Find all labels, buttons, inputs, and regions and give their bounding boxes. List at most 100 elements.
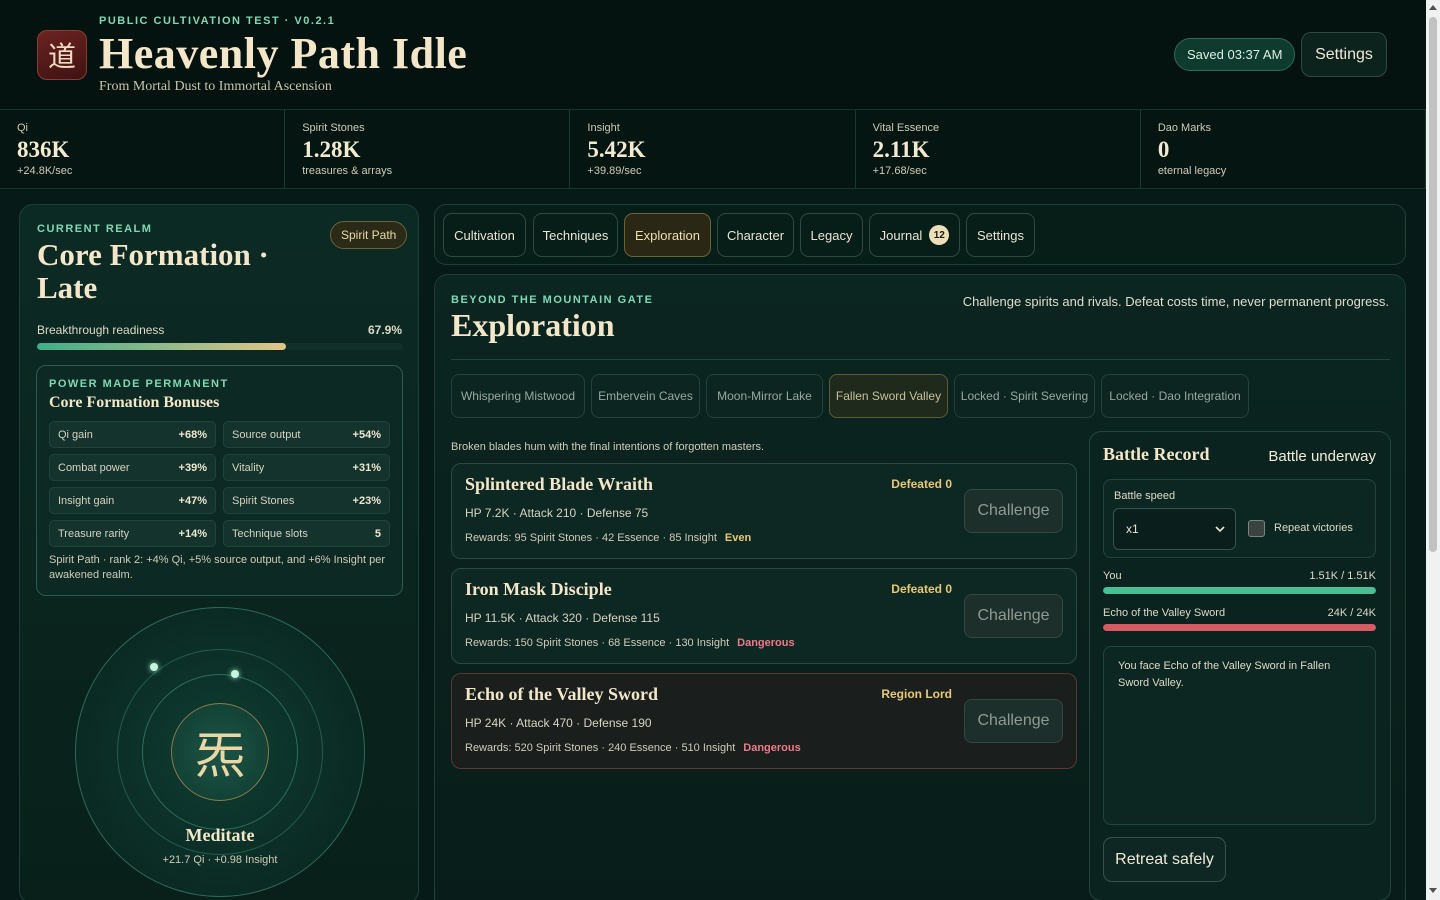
challenge-button[interactable]: Challenge [964, 594, 1063, 638]
bonus-label: Qi gain [58, 428, 93, 441]
bonuses-kicker: POWER MADE PERMANENT [49, 378, 229, 390]
enemy-card-region-lord: Echo of the Valley Sword Region Lord HP … [451, 673, 1077, 769]
bonus-source-output: Source output +54% [223, 421, 390, 448]
tab-label: Cultivation [454, 227, 515, 243]
enemy-name: Iron Mask Disciple [465, 579, 612, 599]
bonus-treasure-rarity: Treasure rarity +14% [49, 520, 216, 547]
header-settings-button[interactable]: Settings [1301, 32, 1387, 77]
enemy-rewards: Rewards: 95 Spirit Stones · 42 Essence ·… [465, 532, 751, 544]
enemy-rewards: Rewards: 520 Spirit Stones · 240 Essence… [465, 742, 801, 754]
tab-legacy[interactable]: Legacy [800, 213, 863, 257]
repeat-victories-checkbox[interactable] [1248, 520, 1265, 537]
you-hp-row: You 1.51K / 1.51K [1103, 570, 1376, 582]
bonus-label: Combat power [58, 461, 130, 474]
enemy-rewards: Rewards: 150 Spirit Stones · 68 Essence … [465, 637, 795, 649]
resource-value: 2.11K [872, 137, 930, 162]
danger-tag: Dangerous [737, 637, 795, 649]
battle-record-panel: Battle Record Battle underway Battle spe… [1089, 431, 1391, 900]
resource-value: 836K [17, 137, 70, 162]
realm-kicker: CURRENT REALM [37, 223, 153, 235]
orbit-spark-icon [231, 670, 239, 678]
bonus-label: Source output [232, 428, 301, 441]
exploration-description: Challenge spirits and rivals. Defeat cos… [962, 294, 1389, 309]
you-hp-bar [1103, 587, 1376, 594]
battle-log-entry: You face Echo of the Valley Sword in Fal… [1118, 660, 1331, 689]
you-hp-fill [1103, 587, 1376, 594]
tab-techniques[interactable]: Techniques [533, 213, 618, 257]
tab-journal[interactable]: Journal 12 [869, 213, 960, 257]
region-flavor-text: Broken blades hum with the final intenti… [451, 441, 765, 453]
resource-label: Insight [587, 122, 620, 134]
resource-rate: eternal legacy [1157, 165, 1227, 177]
region-moon-mirror-lake[interactable]: Moon-Mirror Lake [706, 374, 823, 418]
saved-status-badge: Saved 03:37 AM [1174, 38, 1296, 71]
tab-character[interactable]: Character [717, 213, 794, 257]
battle-log: You face Echo of the Valley Sword in Fal… [1103, 646, 1376, 825]
app-header: 道 PUBLIC CULTIVATION TEST · V0.2.1 Heave… [0, 0, 1426, 110]
readiness-label: Breakthrough readiness [37, 323, 165, 337]
resource-dao-marks: Dao Marks 0 eternal legacy [1141, 110, 1427, 188]
scroll-up-arrow-icon[interactable] [1429, 5, 1437, 10]
meditate-yield: +21.7 Qi · +0.98 Insight [162, 854, 278, 866]
danger-tag: Dangerous [743, 742, 801, 754]
enemy-hp-fill [1103, 624, 1376, 631]
region-whispering-mistwood[interactable]: Whispering Mistwood [451, 374, 585, 418]
app-subtitle: From Mortal Dust to Immortal Ascension [99, 79, 332, 94]
realm-panel: CURRENT REALM Spirit Path Core Formation… [19, 204, 419, 900]
bonus-vitality: Vitality +31% [223, 454, 390, 481]
tab-label: Techniques [542, 227, 609, 243]
resource-value: 1.28K [302, 137, 361, 162]
resource-rate: treasures & arrays [302, 165, 393, 177]
tab-label: Journal [879, 227, 923, 243]
challenge-button[interactable]: Challenge [964, 699, 1063, 743]
resource-label: Qi [17, 122, 28, 134]
meditate-qi-core-button[interactable]: 炁 [171, 703, 269, 801]
tab-settings[interactable]: Settings [966, 213, 1035, 257]
tab-cultivation[interactable]: Cultivation [443, 213, 526, 257]
retreat-button[interactable]: Retreat safely [1103, 837, 1226, 882]
region-embervein-caves[interactable]: Embervein Caves [591, 374, 700, 418]
scrollbar-thumb[interactable] [1429, 17, 1437, 552]
region-locked-spirit-severing[interactable]: Locked · Spirit Severing [954, 374, 1095, 418]
repeat-victories-label: Repeat victories [1274, 522, 1353, 534]
bonus-label: Vitality [232, 461, 265, 474]
page-scrollbar[interactable] [1426, 0, 1440, 900]
bonus-value: +14% [178, 527, 207, 540]
bonus-technique-slots: Technique slots 5 [223, 520, 390, 547]
resource-insight: Insight 5.42K +39.89/sec [570, 110, 856, 188]
rewards-text: Rewards: 150 Spirit Stones · 68 Essence … [465, 637, 730, 649]
enemy-hp-label: Echo of the Valley Sword [1103, 607, 1226, 619]
exploration-panel: BEYOND THE MOUNTAIN GATE Exploration Cha… [434, 274, 1406, 900]
resource-rate: +24.8K/sec [17, 165, 73, 177]
region-fallen-sword-valley[interactable]: Fallen Sword Valley [829, 374, 948, 418]
scroll-down-arrow-icon[interactable] [1429, 888, 1437, 893]
tab-label: Settings [977, 227, 1024, 243]
journal-count-badge: 12 [929, 225, 950, 245]
enemy-hp-row: Echo of the Valley Sword 24K / 24K [1103, 607, 1376, 619]
meditate-label: Meditate [185, 825, 255, 845]
realm-bonuses-card: POWER MADE PERMANENT Core Formation Bonu… [36, 365, 403, 596]
battle-speed-box: Battle speed x1 Repeat victories [1103, 479, 1376, 558]
rewards-text: Rewards: 520 Spirit Stones · 240 Essence… [465, 742, 736, 754]
enemy-status: Defeated 0 [891, 477, 952, 491]
path-bonus-note: Spirit Path · rank 2: +4% Qi, +5% source… [49, 554, 385, 581]
bonus-value: +54% [352, 428, 381, 441]
realm-name: Core Formation · Late [37, 237, 269, 305]
battle-speed-select[interactable]: x1 [1113, 508, 1236, 550]
bonus-insight-gain: Insight gain +47% [49, 487, 216, 514]
region-locked-dao-integration[interactable]: Locked · Dao Integration [1101, 374, 1249, 418]
bonus-qi-gain: Qi gain +68% [49, 421, 216, 448]
challenge-button[interactable]: Challenge [964, 489, 1063, 533]
enemy-stats: HP 11.5K · Attack 320 · Defense 115 [465, 611, 660, 625]
battle-speed-value: x1 [1126, 522, 1139, 536]
readiness-value: 67.9% [367, 323, 402, 337]
enemy-stats: HP 7.2K · Attack 210 · Defense 75 [465, 506, 649, 520]
tab-exploration[interactable]: Exploration [624, 213, 711, 257]
bonus-value: +39% [178, 461, 207, 474]
build-version: PUBLIC CULTIVATION TEST · V0.2.1 [99, 15, 336, 27]
resource-bar: Qi 836K +24.8K/sec Spirit Stones 1.28K t… [0, 110, 1427, 189]
rewards-text: Rewards: 95 Spirit Stones · 42 Essence ·… [465, 532, 717, 544]
exploration-kicker: BEYOND THE MOUNTAIN GATE [451, 294, 654, 306]
enemy-hp-value: 24K / 24K [1327, 607, 1376, 619]
battle-title: Battle Record [1103, 444, 1210, 464]
